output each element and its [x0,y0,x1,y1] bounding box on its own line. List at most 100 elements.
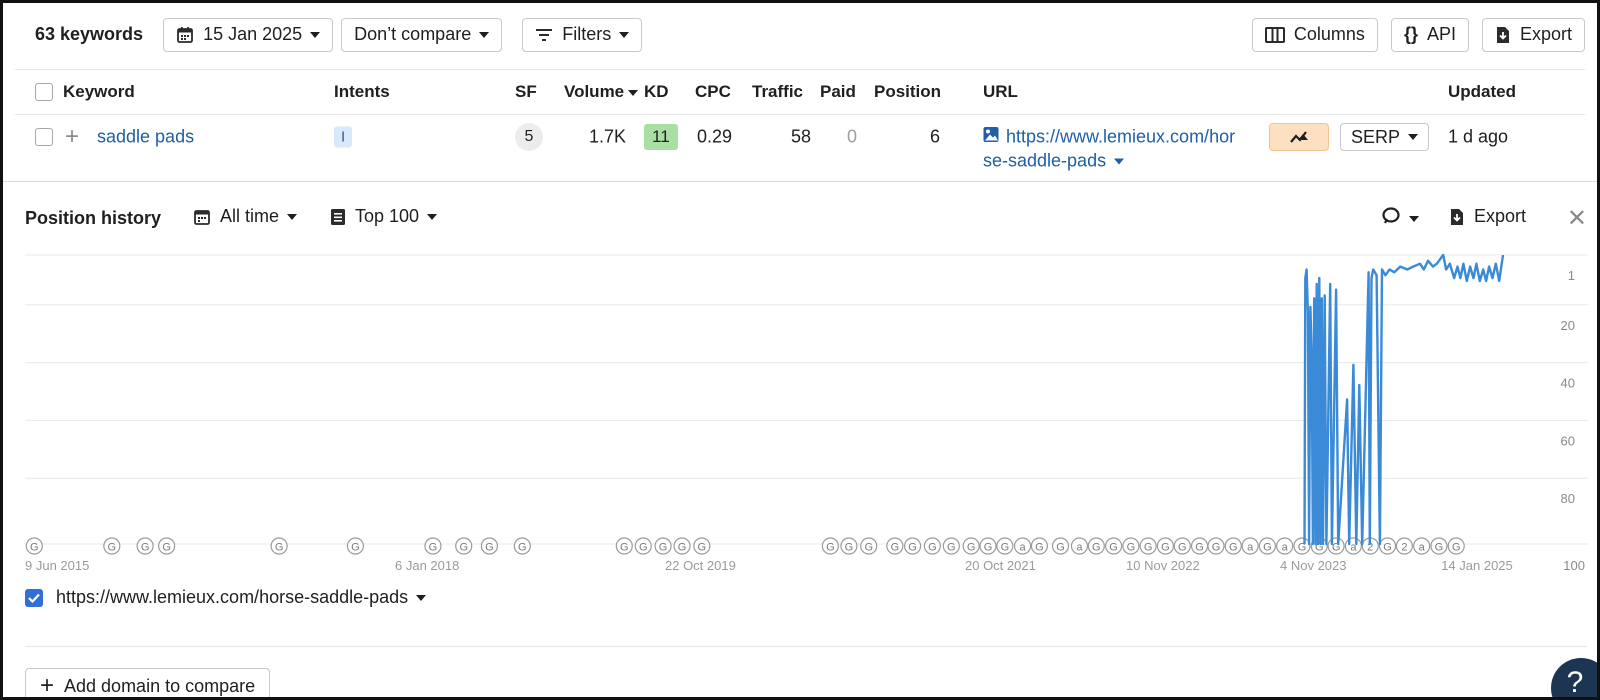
export-button[interactable]: Export [1481,17,1585,52]
col-volume[interactable]: Volume [564,82,639,102]
annotation-marker-label: G [908,542,917,554]
x-tick-label: 22 Oct 2019 [665,558,736,573]
filters-button[interactable]: Filters [522,17,643,52]
col-kd[interactable]: KD [644,82,669,102]
annotation-marker-label: G [1383,542,1392,554]
plus-icon: + [40,672,55,699]
y-tick-label: 100 [1563,558,1585,573]
api-button[interactable]: {} API [1390,17,1469,52]
annotation-marker-label: G [351,542,360,554]
x-tick-label: 20 Oct 2021 [965,558,1036,573]
serp-button[interactable]: SERP [1340,123,1430,151]
annotation-marker-label: a [1247,542,1254,554]
col-paid[interactable]: Paid [820,82,856,102]
annotation-marker-label: G [678,542,687,554]
annotation-marker-label: G [620,542,629,554]
col-url[interactable]: URL [983,82,1018,102]
filter-icon [535,27,553,43]
series-line [1303,253,1505,546]
keyword-link[interactable]: saddle pads [97,127,194,148]
annotation-marker-label: G [984,542,993,554]
annotation-marker-label: G [1435,542,1444,554]
download-icon [1495,26,1511,44]
chevron-up-icon [1298,134,1308,140]
annotation-marker-label: G [639,542,648,554]
columns-label: Columns [1293,24,1365,44]
position-history-chart: 1 20 40 60 80 100 9 Jun 2015 6 Jan 2018 22 Oct 2… [25,253,1588,573]
intent-badge: I [334,126,353,148]
col-intents[interactable]: Intents [334,82,390,102]
help-button[interactable]: ? [1551,658,1600,700]
annotation-marker-label: G [162,542,171,554]
paid-value: 0 [847,126,858,147]
col-traffic[interactable]: Traffic [752,82,803,102]
annotation-marker-label: G [429,542,438,554]
updated-value: 1 d ago [1448,126,1509,147]
traffic-value: 58 [791,126,812,147]
annotation-marker-label: G [275,542,284,554]
date-label: 15 Jan 2025 [203,24,303,44]
annotation-marker-label: G [1263,542,1272,554]
y-tick-label: 1 [1568,268,1575,283]
compare-label: Don’t compare [354,24,472,44]
add-plus-icon[interactable]: + [65,123,79,151]
y-tick-label: 60 [1561,433,1575,448]
sf-badge[interactable]: 5 [515,123,543,151]
annotation-marker-label: G [1035,542,1044,554]
col-position[interactable]: Position [874,82,941,102]
legend-url: https://www.lemieux.com/horse-saddle-pad… [56,587,409,607]
annotation-marker-label: 2 [1401,542,1407,554]
y-tick-label: 80 [1561,491,1575,506]
legend-item[interactable]: https://www.lemieux.com/horse-saddle-pad… [25,587,427,608]
filters-label: Filters [562,24,612,44]
annotation-marker-label: G [1212,542,1221,554]
annotation-marker-label: G [928,542,937,554]
compare-button[interactable]: Don’t compare [341,17,503,52]
col-updated[interactable]: Updated [1448,82,1516,102]
annotation-marker-label: G [1195,542,1204,554]
table-row: + saddle pads I 5 1.7K 11 0.29 58 0 6 ht… [15,115,1585,181]
annotation-marker-label: a [1019,542,1026,554]
annotation-marker-label: G [1109,542,1118,554]
toolbar: 63 keywords 15 Jan 2025 Don’t compare Fi… [15,0,1585,70]
x-tick-label: 4 Nov 2023 [1280,558,1347,573]
annotation-marker-label: G [1452,542,1461,554]
annotation-marker-label: G [826,542,835,554]
columns-icon [1264,26,1285,43]
annotation-marker-label: G [845,542,854,554]
chevron-down-icon [1114,158,1125,165]
annotation-marker-label: G [1144,542,1153,554]
add-domain-label: Add domain to compare [64,675,256,696]
annotation-marker-label: G [891,542,900,554]
calendar-icon [176,26,194,44]
annotation-marker-label: a [1282,542,1289,554]
row-checkbox[interactable] [35,128,53,146]
col-sf[interactable]: SF [515,82,537,102]
sort-desc-icon [628,89,639,96]
col-keyword[interactable]: Keyword [63,82,135,102]
annotation-marker-label: G [1229,542,1238,554]
annotation-marker-label: G [967,542,976,554]
col-cpc[interactable]: CPC [695,82,731,102]
annotation-marker-label: a [1076,542,1083,554]
columns-button[interactable]: Columns [1251,17,1378,52]
annotation-marker-label: G [1001,542,1010,554]
x-tick-label: 6 Jan 2018 [395,558,459,573]
export-label: Export [1519,24,1572,44]
select-all-checkbox[interactable] [35,83,53,101]
url-link-line1[interactable]: https://www.lemieux.com/hor [1006,127,1235,148]
y-tick-label: 40 [1561,376,1575,391]
date-picker-button[interactable]: 15 Jan 2025 [163,17,334,52]
annotation-marker-label: G [1127,542,1136,554]
annotation-marker-label: G [698,542,707,554]
annotation-marker-label: G [459,542,468,554]
annotation-marker-label: G [1161,542,1170,554]
annotation-marker-label: G [659,542,668,554]
add-domain-button[interactable]: + Add domain to compare [25,668,271,700]
position-history-toggle[interactable] [1269,123,1329,151]
legend-checkbox[interactable] [25,588,43,607]
url-link-line2[interactable]: se-saddle-pads [983,151,1125,172]
chevron-down-icon [1408,134,1419,140]
annotation-marker-label: G [1092,542,1101,554]
position-history-panel: Position history All time Top 100 Export… [3,181,1600,700]
